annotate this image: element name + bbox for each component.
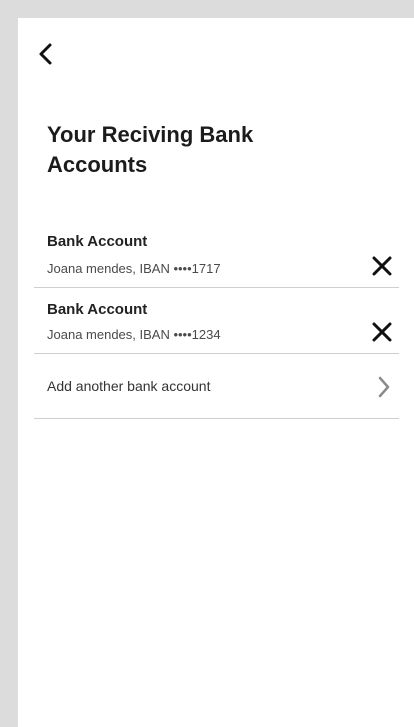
account-detail: Joana mendes, IBAN ••••1234 bbox=[47, 327, 221, 342]
account-title: Bank Account bbox=[47, 233, 148, 250]
account-detail: Joana mendes, IBAN ••••1717 bbox=[47, 261, 221, 276]
chevron-right-icon bbox=[378, 376, 390, 398]
app-screen: Your Reciving Bank Accounts Bank Account… bbox=[18, 18, 414, 727]
back-button[interactable] bbox=[36, 42, 56, 66]
chevron-left-icon bbox=[39, 43, 52, 65]
account-title: Bank Account bbox=[47, 301, 148, 318]
close-icon bbox=[372, 322, 392, 342]
remove-account-button[interactable] bbox=[369, 319, 395, 345]
add-bank-account-row[interactable]: Add another bank account bbox=[34, 354, 399, 419]
close-icon bbox=[372, 256, 392, 276]
add-account-label: Add another bank account bbox=[47, 378, 211, 394]
bank-account-item: Bank Account Joana mendes, IBAN ••••1234 bbox=[34, 299, 399, 354]
remove-account-button[interactable] bbox=[369, 253, 395, 279]
bank-account-item: Bank Account Joana mendes, IBAN ••••1717 bbox=[34, 231, 399, 288]
page-title: Your Reciving Bank Accounts bbox=[47, 122, 254, 177]
